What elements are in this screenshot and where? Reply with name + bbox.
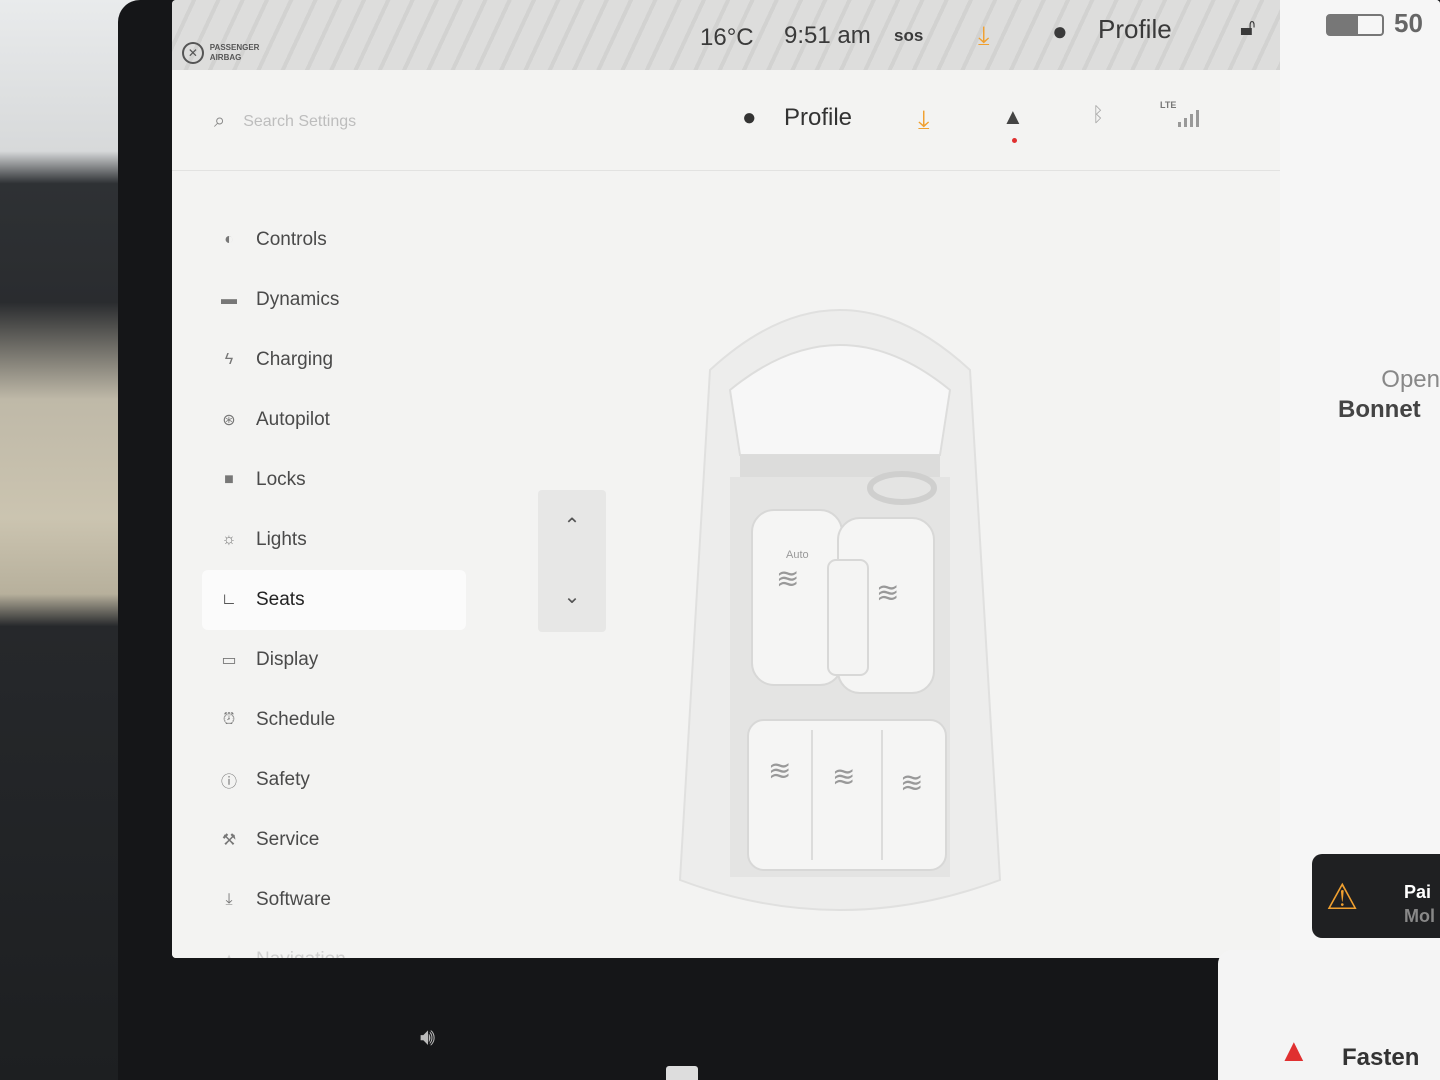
open-bonnet-label[interactable]: Open: [1340, 366, 1440, 394]
seat-scroller: ⌃ ⌄: [538, 490, 606, 632]
seat-heater-rear-center-icon: ≋: [832, 761, 855, 792]
search-input[interactable]: [243, 112, 464, 131]
steering-wheel-icon: ⊛: [222, 412, 236, 429]
fasten-label: Fasten: [1342, 1044, 1420, 1071]
header-download-icon[interactable]: ⤓: [918, 104, 930, 136]
sidebar-item-label: Charging: [256, 349, 334, 370]
safety-icon: ⓘ: [220, 774, 237, 791]
bonnet-label[interactable]: Bonnet: [1338, 396, 1421, 424]
sidebar-item-label: Dynamics: [256, 289, 340, 310]
status-profile-button[interactable]: Profile: [1098, 14, 1172, 45]
lte-label: LTE: [1160, 100, 1177, 110]
search-bar[interactable]: ⌕: [214, 110, 464, 133]
display-icon: ▭: [221, 652, 237, 669]
volume-icon[interactable]: 🔊︎: [420, 1024, 435, 1052]
seat-icon: ∟: [221, 591, 237, 608]
wrench-icon: ⚒︎: [221, 832, 237, 849]
warning-icon: ⚠: [1326, 876, 1359, 917]
car-icon: ▬: [221, 291, 237, 308]
unlock-icon[interactable]: 🔓︎: [1240, 14, 1256, 42]
sidebar-item-display[interactable]: ▭ Display: [202, 630, 466, 690]
touchscreen: ✕ PASSENGER AIRBAG 16°C 9:51 am sos ⤓ ● …: [172, 0, 1440, 958]
airbag-icon: ✕: [182, 42, 204, 64]
notification-dot: [1012, 138, 1017, 143]
lock-icon: ■: [224, 471, 234, 488]
sidebar-item-controls[interactable]: ◐ Controls: [202, 210, 466, 270]
settings-panel: ⌕ ● Profile ⤓ ▲ ᛒ LTE ◐ Controls ▬ Dynam…: [172, 70, 1280, 958]
profile-icon[interactable]: ●: [1052, 16, 1068, 47]
sidebar-item-navigation[interactable]: ▲ Navigation: [202, 930, 466, 958]
sidebar-item-label: Service: [256, 829, 320, 850]
airbag-label: PASSENGER AIRBAG: [209, 43, 260, 62]
sidebar-item-service[interactable]: ⚒︎ Service: [202, 810, 466, 870]
header-profile-button[interactable]: Profile: [784, 104, 852, 132]
sidebar-item-seats[interactable]: ∟ Seats: [202, 570, 466, 630]
sidebar-item-schedule[interactable]: ⏰︎ Schedule: [202, 690, 466, 750]
chevron-up-icon[interactable]: ⌃: [538, 490, 606, 561]
alert-icon: ▲: [1278, 1032, 1310, 1068]
dock-handle[interactable]: [666, 1066, 698, 1080]
outside-temperature: 16°C: [700, 24, 754, 51]
sidebar-item-label: Safety: [256, 769, 310, 790]
sidebar-item-label: Controls: [256, 229, 327, 250]
signal-strength-icon: [1178, 110, 1199, 127]
sidebar-item-software[interactable]: ⤓ Software: [202, 870, 466, 930]
sidebar-item-label: Lights: [256, 529, 307, 550]
sidebar-item-locks[interactable]: ■ Locks: [202, 450, 466, 510]
sidebar-item-autopilot[interactable]: ⊛ Autopilot: [202, 390, 466, 450]
seat-heater-front-left-icon: ≋: [776, 563, 799, 594]
bluetooth-icon[interactable]: ᛒ: [1092, 104, 1104, 127]
sidebar-item-safety[interactable]: ⓘ Safety: [202, 750, 466, 810]
passenger-airbag-indicator: ✕ PASSENGER AIRBAG: [182, 36, 292, 70]
sidebar-item-label: Autopilot: [256, 409, 330, 430]
header-divider: [172, 170, 1280, 171]
sidebar-item-lights[interactable]: ☼ Lights: [202, 510, 466, 570]
alert-subtitle: Mol: [1404, 906, 1435, 926]
sidebar-item-label: Navigation: [256, 949, 346, 958]
chevron-down-icon[interactable]: ⌄: [538, 561, 606, 632]
navigation-icon: ▲: [218, 951, 240, 958]
seat-heater-front-right-icon: ≋: [876, 577, 899, 608]
car-seat-diagram: Auto ≋ ≋ ≋ ≋ ≋: [678, 309, 1002, 911]
bolt-icon: ϟ: [224, 351, 234, 368]
battery-percent: 50: [1394, 8, 1423, 38]
car-status-panel: [1280, 0, 1440, 958]
seat-heater-rear-left-icon: ≋: [768, 755, 791, 786]
sidebar-item-charging[interactable]: ϟ Charging: [202, 330, 466, 390]
seat-heater-mode-label: Auto: [786, 549, 809, 561]
sidebar-item-label: Locks: [256, 469, 306, 490]
download-icon[interactable]: ⤓: [978, 20, 990, 52]
sidebar-item-dynamics[interactable]: ▬ Dynamics: [202, 270, 466, 330]
alert-title: Pai: [1404, 882, 1432, 902]
search-icon: ⌕: [214, 110, 226, 132]
light-icon: ☼: [221, 531, 237, 548]
sidebar-item-label: Schedule: [256, 709, 336, 730]
seatbelt-alert-card[interactable]: ▲ Fasten: [1218, 950, 1440, 1080]
warning-alert[interactable]: ⚠ Pai Mol: [1312, 854, 1440, 938]
alarm-clock-icon: ⏰︎: [222, 711, 236, 728]
toggle-icon: ◐: [224, 231, 234, 248]
sos-button[interactable]: sos: [894, 26, 923, 46]
settings-sidebar: ◐ Controls ▬ Dynamics ϟ Charging ⊛ Autop…: [202, 210, 466, 958]
sidebar-item-label: Display: [256, 649, 319, 670]
notification-bell-icon[interactable]: ▲: [1002, 104, 1024, 130]
sidebar-item-label: Seats: [256, 589, 305, 610]
sidebar-item-label: Software: [256, 889, 331, 910]
battery-level: [1328, 16, 1358, 34]
clock: 9:51 am: [784, 22, 871, 49]
header-profile-icon[interactable]: ●: [742, 104, 757, 132]
download-icon: ⤓: [225, 891, 233, 908]
center-console: [827, 559, 869, 676]
seat-heater-rear-right-icon: ≋: [900, 767, 923, 798]
